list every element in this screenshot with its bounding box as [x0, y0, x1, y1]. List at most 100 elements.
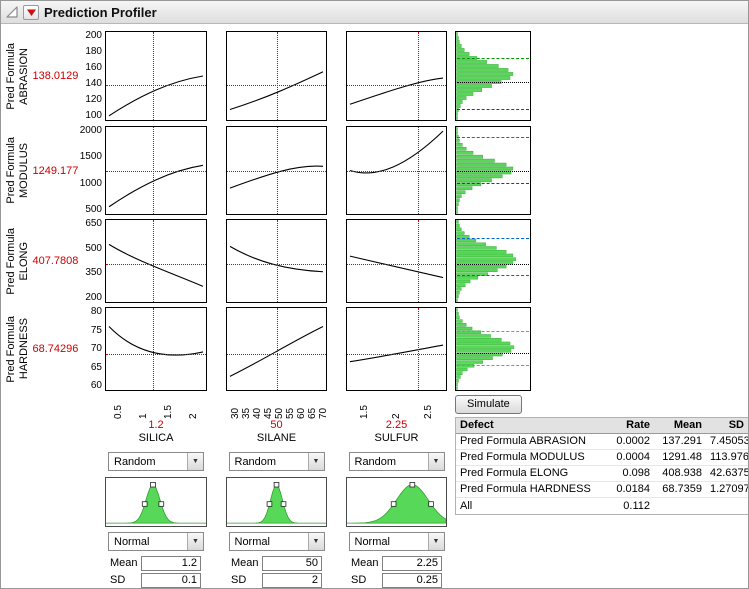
distribution-handle[interactable]	[410, 482, 415, 487]
combo-value: Normal	[230, 533, 308, 550]
factor-crosshair[interactable]	[418, 220, 419, 302]
defect-table-header-cell: Defect	[456, 419, 607, 431]
mean-input[interactable]	[141, 556, 201, 571]
response-crosshair	[106, 85, 206, 86]
response-label-cell: Pred Formula HARDNESS 68.74296 807570656…	[3, 307, 105, 391]
response-current-value[interactable]: 1249.177	[33, 126, 79, 215]
sd-input[interactable]	[382, 573, 442, 588]
factor-crosshair[interactable]	[418, 32, 419, 120]
mean-label: Mean	[105, 557, 141, 569]
distribution-handle[interactable]	[391, 502, 396, 507]
y-tick-label: 500	[85, 244, 102, 254]
defect-table-cell: 1291.48	[654, 451, 706, 463]
factor-name: SILICA	[105, 432, 207, 446]
y-tick-label: 500	[85, 205, 102, 215]
chevron-down-icon: ▼	[187, 533, 203, 550]
distribution-shape-select[interactable]: Normal▼	[108, 532, 204, 551]
defect-table-cell: 408.938	[654, 467, 706, 479]
y-tick-label: 180	[85, 47, 102, 57]
outline-title-bar: Prediction Profiler	[1, 1, 748, 24]
factor-crosshair[interactable]	[418, 308, 419, 390]
distribution-handle[interactable]	[274, 482, 279, 487]
profiler-row-abrasion: Pred Formula ABRASION 138.0129 200180160…	[3, 31, 748, 121]
factor-current-value[interactable]: 2.25	[346, 419, 447, 432]
y-tick-label: 200	[85, 293, 102, 303]
factor-mode-select[interactable]: Random▼	[349, 452, 445, 471]
factor-mode-select[interactable]: Random▼	[229, 452, 325, 471]
distribution-plot[interactable]	[105, 477, 207, 527]
response-label-name: ABRASION	[18, 48, 31, 105]
response-label-cell: Pred Formula ELONG 407.7808 650500350200	[3, 219, 105, 303]
factor-crosshair[interactable]	[153, 220, 154, 302]
profile-plot-cell[interactable]	[226, 31, 327, 121]
sd-input[interactable]	[141, 573, 201, 588]
profile-plot-cell[interactable]	[226, 307, 327, 391]
profile-plot-cell[interactable]	[105, 219, 207, 303]
profile-plot-cell[interactable]	[105, 307, 207, 391]
histogram-bars	[456, 32, 530, 120]
profile-plot-cell[interactable]	[105, 126, 207, 215]
defect-table-cell: 7.45053	[706, 435, 748, 447]
y-axis-ticks: 200015001000500	[78, 126, 105, 215]
simulate-button[interactable]: Simulate	[455, 395, 522, 414]
sd-label: SD	[105, 574, 141, 586]
profile-plot-cell[interactable]	[346, 31, 447, 121]
factor-current-value[interactable]: 1.2	[105, 419, 207, 432]
response-crosshair	[227, 85, 326, 86]
x-tick-label: 45	[263, 392, 274, 419]
red-triangle-icon	[26, 7, 37, 18]
profile-plot-cell[interactable]	[346, 126, 447, 215]
x-tick-label: 1.5	[359, 392, 370, 419]
distribution-handle[interactable]	[151, 482, 156, 487]
mean-input[interactable]	[262, 556, 322, 571]
profile-plot-cell[interactable]	[105, 31, 207, 121]
distribution-handle[interactable]	[142, 502, 147, 507]
mean-input[interactable]	[382, 556, 442, 571]
distribution-plot[interactable]	[346, 477, 447, 527]
defect-table-row: Pred Formula ELONG0.098408.93842.6375	[456, 466, 748, 482]
factor-crosshair[interactable]	[277, 32, 278, 120]
mean-label: Mean	[346, 557, 382, 569]
y-tick-label: 120	[85, 95, 102, 105]
profile-plot-cell[interactable]	[346, 219, 447, 303]
simulation-histogram	[455, 126, 531, 215]
factor-crosshair[interactable]	[153, 32, 154, 120]
defect-table-row: Pred Formula MODULUS0.00041291.48113.976	[456, 450, 748, 466]
sd-label: SD	[346, 574, 382, 586]
profile-plot-cell[interactable]	[226, 126, 327, 215]
red-triangle-menu-button[interactable]	[23, 5, 39, 20]
profile-plot-cell[interactable]	[226, 219, 327, 303]
x-tick-label: 55	[285, 392, 296, 419]
factor-current-value[interactable]: 50	[226, 419, 327, 432]
distribution-select-row: Normal▼ Normal▼ Normal▼	[105, 532, 748, 551]
spec-limit-line	[457, 137, 529, 138]
distribution-plot[interactable]	[226, 477, 327, 527]
defect-table-row: Pred Formula HARDNESS0.018468.73591.2709…	[456, 482, 748, 498]
sd-input[interactable]	[262, 573, 322, 588]
distribution-handle[interactable]	[281, 502, 286, 507]
factor-crosshair[interactable]	[277, 220, 278, 302]
response-current-value[interactable]: 68.74296	[33, 307, 79, 391]
distribution-handle[interactable]	[267, 502, 272, 507]
defect-table-cell: 0.112	[607, 500, 654, 512]
x-axis-ticks: 303540455055606570	[226, 391, 327, 419]
y-axis-ticks: 200180160140120100	[78, 31, 105, 121]
distribution-handle[interactable]	[159, 502, 164, 507]
outline-node-icon[interactable]	[6, 6, 18, 18]
profile-curve	[106, 308, 206, 390]
x-tick-label: 2.5	[423, 392, 434, 419]
response-current-value[interactable]: 138.0129	[33, 31, 79, 121]
distribution-shape-select[interactable]: Normal▼	[229, 532, 325, 551]
factor-mode-select[interactable]: Random▼	[108, 452, 204, 471]
response-label-cell: Pred Formula MODULUS 1249.177 2000150010…	[3, 126, 105, 215]
response-current-value[interactable]: 407.7808	[33, 219, 79, 303]
y-tick-label: 1000	[80, 179, 102, 189]
factor-crosshair[interactable]	[153, 308, 154, 390]
distribution-shape-select[interactable]: Normal▼	[349, 532, 445, 551]
report-title: Prediction Profiler	[44, 5, 157, 20]
profile-plot-cell[interactable]	[346, 307, 447, 391]
profile-curve	[347, 308, 446, 390]
factor-crosshair[interactable]	[277, 308, 278, 390]
distribution-handle[interactable]	[429, 502, 434, 507]
defect-table-cell: Pred Formula MODULUS	[456, 451, 607, 463]
